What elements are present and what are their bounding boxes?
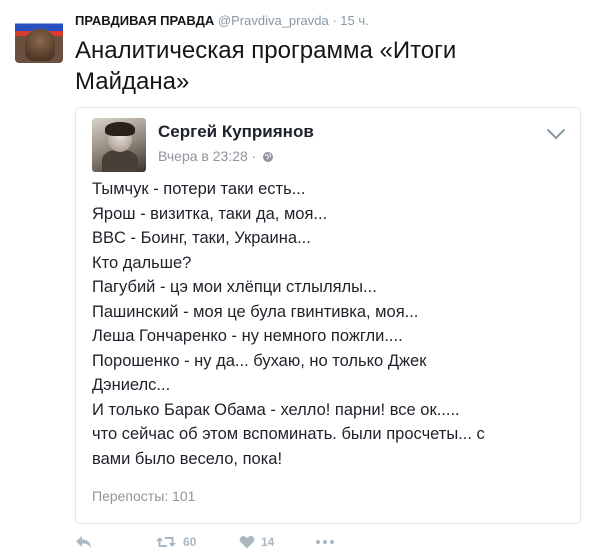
reposts-count[interactable]: Перепосты: 101 xyxy=(92,488,195,504)
avatar-hair-shape xyxy=(105,122,135,136)
more-button[interactable] xyxy=(315,539,335,545)
post-line: Тымчук - потери таки есть... xyxy=(92,180,306,198)
post-line: И только Барак Обама - хелло! парни! все… xyxy=(92,400,460,419)
post-author-name[interactable]: Сергей Куприянов xyxy=(158,122,314,142)
post-line: BBC - Боинг, таки, Украина... xyxy=(92,229,311,247)
like-icon xyxy=(239,536,255,549)
author-name[interactable]: ПРАВДИВАЯ ПРАВДА xyxy=(75,13,214,28)
tweet-header: ПРАВДИВАЯ ПРАВДА @Pravdiva_pravda · 15 ч… xyxy=(75,13,369,28)
retweet-icon xyxy=(156,537,176,547)
post-line: Ярош - визитка, таки да, моя... xyxy=(92,204,328,223)
globe-icon xyxy=(263,152,274,163)
separator-dot: · xyxy=(332,13,337,28)
tweet-time[interactable]: 15 ч. xyxy=(340,13,368,28)
more-icon xyxy=(316,540,334,544)
bear-image xyxy=(25,29,55,61)
post-line: Дэниелс... xyxy=(92,376,171,394)
embedded-post-card[interactable]: Сергей Куприянов Вчера в 23:28 · Тымчук … xyxy=(75,107,581,524)
tweet-actions: 60 14 xyxy=(75,530,335,554)
author-handle[interactable]: @Pravdiva_pravda xyxy=(218,13,329,28)
reply-icon xyxy=(76,536,91,548)
reply-button[interactable] xyxy=(75,535,155,549)
like-count: 14 xyxy=(261,535,275,549)
tweet-text: Аналитическая программа «Итоги Майдана» xyxy=(75,37,457,95)
chevron-down-icon[interactable] xyxy=(546,128,566,140)
post-timestamp[interactable]: Вчера в 23:28 xyxy=(158,148,248,164)
like-button[interactable]: 14 xyxy=(239,535,315,549)
post-line: Кто дальше? xyxy=(92,253,192,272)
retweet-button[interactable]: 60 xyxy=(155,535,239,549)
post-line: вами было весело, пока! xyxy=(92,449,283,468)
meta-separator: · xyxy=(251,148,257,164)
post-body: Тымчук - потери таки есть... Ярош - визи… xyxy=(92,177,572,471)
avatar-body-shape xyxy=(102,150,138,172)
post-line: Пагубий - цэ мои хлёпци стлылялы... xyxy=(92,278,377,296)
post-meta: Вчера в 23:28 · xyxy=(158,148,274,164)
author-avatar[interactable] xyxy=(15,15,63,63)
post-line: Леша Гончаренко - ну немного пожгли.... xyxy=(92,327,403,345)
post-author-avatar[interactable] xyxy=(92,118,146,172)
post-line: Порошенко - ну да... бухаю, но только Дж… xyxy=(92,351,427,370)
post-line: Пашинский - моя це була гвинтивка, моя..… xyxy=(92,302,419,321)
retweet-count: 60 xyxy=(183,535,197,549)
post-line: что сейчас об этом вспоминать. были прос… xyxy=(92,425,485,443)
